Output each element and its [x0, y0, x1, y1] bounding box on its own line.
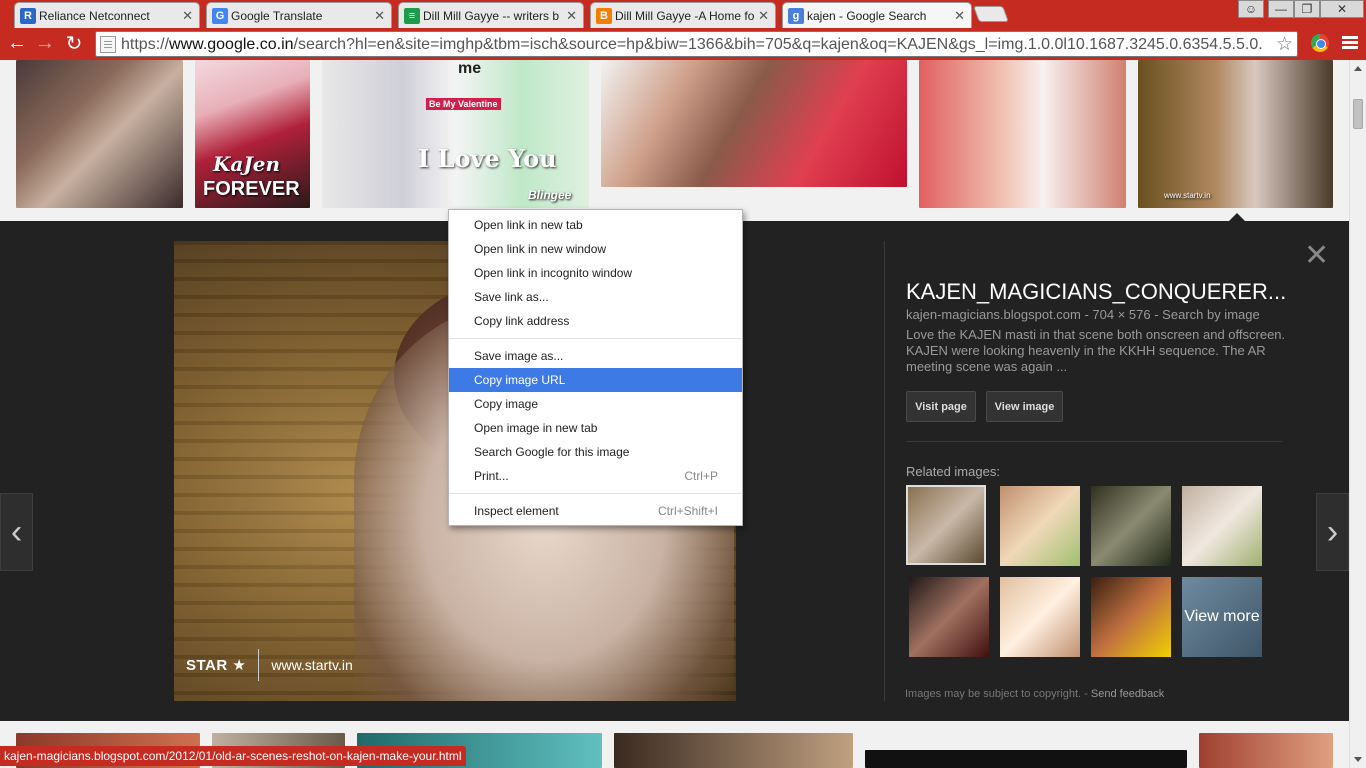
- page-icon: [100, 36, 116, 53]
- related-image[interactable]: [1091, 486, 1171, 566]
- image-result-thumbnail[interactable]: [614, 733, 853, 768]
- tab-title: Dill Mill Gayye -A Home fo: [615, 8, 755, 23]
- star-logo-text: STAR: [186, 657, 228, 674]
- tab-close-icon[interactable]: ✕: [758, 8, 769, 24]
- tab-title: kajen - Google Search: [807, 8, 927, 23]
- bookmark-star-icon[interactable]: ☆: [1276, 33, 1293, 56]
- tab-close-icon[interactable]: ✕: [566, 8, 577, 24]
- thumbnail-caption: me: [458, 60, 482, 77]
- tab-title: Dill Mill Gayye -- writers b: [423, 8, 560, 23]
- previous-image-arrow-icon[interactable]: ‹: [0, 493, 33, 571]
- image-result-thumbnail[interactable]: KaJen FOREVER: [195, 60, 310, 208]
- menu-item-copy-image-url[interactable]: Copy image URL: [449, 368, 742, 392]
- image-title[interactable]: KAJEN_MAGICIANS_CONQUERER...: [906, 279, 1306, 305]
- copyright-text: Images may be subject to copyright.: [905, 688, 1082, 700]
- tab-reliance[interactable]: R Reliance Netconnect ✕: [14, 2, 200, 28]
- status-bubble: kajen-magicians.blogspot.com/2012/01/old…: [0, 746, 466, 766]
- star-watermark: STAR ★ www.startv.in: [186, 649, 353, 681]
- reload-icon[interactable]: ↻: [63, 32, 85, 55]
- tab-kajen-google-search[interactable]: g kajen - Google Search ✕: [782, 2, 972, 28]
- image-result-thumbnail[interactable]: [919, 60, 1126, 208]
- menu-separator: [449, 338, 742, 339]
- related-image[interactable]: [909, 577, 989, 657]
- image-result-thumbnail[interactable]: [1199, 733, 1333, 768]
- related-image[interactable]: [1182, 486, 1262, 566]
- menu-item-open-link-new-tab[interactable]: Open link in new tab: [449, 213, 742, 237]
- image-description: Love the KAJEN masti in that scene both …: [906, 327, 1286, 374]
- tab-close-icon[interactable]: ✕: [954, 8, 965, 24]
- tab-title: Google Translate: [231, 8, 323, 23]
- browser-toolbar: ← → ↻ https://www.google.co.in/search?hl…: [0, 28, 1366, 60]
- image-meta: kajen-magicians.blogspot.com - 704 × 576…: [906, 307, 1260, 322]
- next-image-arrow-icon[interactable]: ›: [1316, 493, 1349, 571]
- menu-item-open-image-new-tab[interactable]: Open image in new tab: [449, 416, 742, 440]
- google-translate-favicon-icon: G: [212, 8, 228, 24]
- menu-item-search-google-image[interactable]: Search Google for this image: [449, 440, 742, 464]
- send-feedback-link[interactable]: Send feedback: [1091, 688, 1164, 700]
- menu-item-print[interactable]: Print... Ctrl+P: [449, 464, 742, 488]
- user-profile-icon[interactable]: ☺: [1238, 0, 1264, 18]
- view-more-button[interactable]: View more: [1182, 577, 1262, 657]
- image-result-thumbnail[interactable]: me Be My Valentine I Love You Blingee: [322, 60, 589, 208]
- maximize-icon[interactable]: ❐: [1294, 0, 1320, 18]
- shortcut-label: Ctrl+Shift+I: [657, 504, 718, 518]
- panel-divider: [884, 241, 885, 701]
- scrollbar-thumb[interactable]: [1353, 99, 1363, 129]
- thumbnail-caption: KaJen: [213, 152, 281, 176]
- image-result-thumbnail[interactable]: [601, 60, 907, 187]
- thumbnail-caption: Blingee: [528, 188, 572, 202]
- forward-icon[interactable]: →: [34, 32, 56, 54]
- menu-item-copy-image[interactable]: Copy image: [449, 392, 742, 416]
- menu-separator: [449, 493, 742, 494]
- copyright-note: Images may be subject to copyright. - Se…: [905, 688, 1165, 700]
- tab-title: Reliance Netconnect: [39, 8, 150, 23]
- scroll-up-icon[interactable]: [1354, 66, 1362, 71]
- reliance-favicon-icon: R: [20, 8, 36, 24]
- scroll-down-icon[interactable]: [1354, 757, 1362, 762]
- tab-dill-mill-writers[interactable]: ≡ Dill Mill Gayye -- writers b ✕: [398, 2, 584, 28]
- tab-close-icon[interactable]: ✕: [374, 8, 385, 24]
- page-scrollbar[interactable]: [1349, 60, 1366, 768]
- url-text[interactable]: https://www.google.co.in/search?hl=en&si…: [121, 36, 1271, 54]
- google-favicon-icon: g: [788, 8, 804, 24]
- menu-item-save-link-as[interactable]: Save link as...: [449, 285, 742, 309]
- image-result-thumbnail-selected[interactable]: www.startv.in: [1138, 60, 1333, 208]
- thumbnail-caption: Be My Valentine: [426, 98, 501, 110]
- thumbnail-caption: www.startv.in: [1164, 191, 1211, 200]
- menu-item-open-link-incognito[interactable]: Open link in incognito window: [449, 261, 742, 285]
- related-image[interactable]: [1000, 577, 1080, 657]
- related-image[interactable]: [906, 485, 986, 565]
- image-result-thumbnail[interactable]: [865, 750, 1187, 768]
- tab-google-translate[interactable]: G Google Translate ✕: [206, 2, 392, 28]
- address-bar[interactable]: https://www.google.co.in/search?hl=en&si…: [95, 31, 1298, 57]
- extension-icon[interactable]: [1311, 34, 1329, 52]
- related-image[interactable]: [1000, 486, 1080, 566]
- minimize-icon[interactable]: —: [1268, 0, 1294, 18]
- blogger-favicon-icon: B: [596, 8, 612, 24]
- menu-item-inspect-element[interactable]: Inspect element Ctrl+Shift+I: [449, 499, 742, 523]
- related-image[interactable]: [1091, 577, 1171, 657]
- chrome-menu-icon[interactable]: [1342, 36, 1358, 39]
- menu-item-save-image-as[interactable]: Save image as...: [449, 344, 742, 368]
- context-menu: Open link in new tab Open link in new wi…: [448, 209, 743, 526]
- watermark-url: www.startv.in: [271, 657, 353, 673]
- tab-strip: R Reliance Netconnect ✕ G Google Transla…: [0, 0, 1366, 28]
- related-images-label: Related images:: [906, 464, 1000, 479]
- shortcut-label: Ctrl+P: [684, 469, 718, 483]
- visit-page-button[interactable]: Visit page: [906, 391, 976, 422]
- menu-item-copy-link-address[interactable]: Copy link address: [449, 309, 742, 333]
- close-panel-icon[interactable]: ✕: [1304, 241, 1329, 271]
- thumbnail-caption: FOREVER: [203, 178, 300, 200]
- thumbnail-caption: I Love You: [418, 144, 557, 173]
- new-tab-button[interactable]: [973, 6, 1009, 22]
- sheets-favicon-icon: ≡: [404, 8, 420, 24]
- divider: [906, 441, 1282, 442]
- window-close-icon[interactable]: ✕: [1320, 0, 1364, 18]
- tab-close-icon[interactable]: ✕: [182, 8, 193, 24]
- back-icon[interactable]: ←: [6, 32, 28, 54]
- image-result-thumbnail[interactable]: [16, 60, 183, 208]
- view-image-button[interactable]: View image: [986, 391, 1063, 422]
- menu-item-open-link-new-window[interactable]: Open link in new window: [449, 237, 742, 261]
- tab-dill-mill-home[interactable]: B Dill Mill Gayye -A Home fo ✕: [590, 2, 776, 28]
